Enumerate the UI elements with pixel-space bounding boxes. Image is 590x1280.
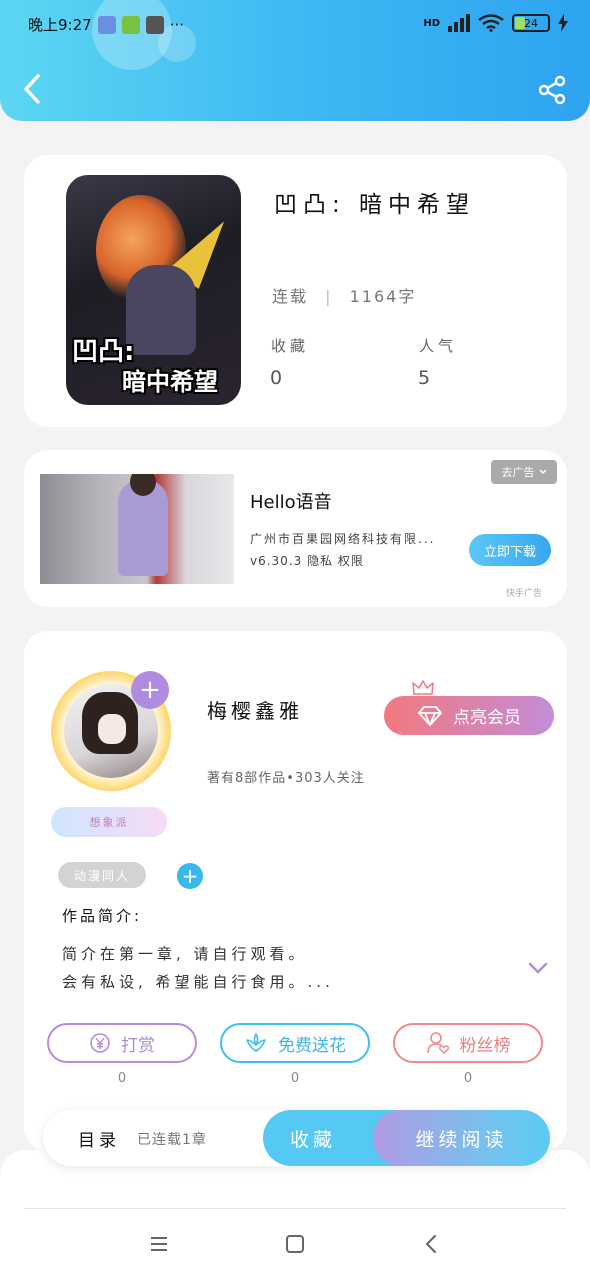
meta-separator: | bbox=[325, 287, 333, 306]
person-heart-icon bbox=[426, 1032, 449, 1054]
status-bar-left: 晚上9:27 ··· bbox=[28, 14, 184, 35]
home-square-icon[interactable] bbox=[283, 1232, 307, 1256]
status-time: 晚上9:27 bbox=[28, 16, 92, 34]
author-card: + 想象派 梅樱鑫雅 点亮会员 著有8部作品•303人关注 动漫同人 + 作品简… bbox=[24, 631, 567, 1151]
ad-card[interactable]: 去广告 Hello语音 广州市百果园网络科技有限... v6.30.3 隐私 权… bbox=[24, 450, 567, 607]
reading-action-bar: 目录 已连载1章 收藏 继续阅读 bbox=[43, 1110, 550, 1166]
free-flower-label: 免费送花 bbox=[278, 1035, 346, 1056]
popularity-label: 人气 bbox=[419, 337, 458, 355]
toc-button[interactable]: 目录 bbox=[78, 1126, 120, 1151]
chevron-down-icon bbox=[538, 469, 547, 475]
author-name[interactable]: 梅樱鑫雅 bbox=[207, 695, 303, 724]
share-icon[interactable] bbox=[536, 74, 568, 106]
reward-label: 打赏 bbox=[121, 1035, 155, 1056]
flower-icon bbox=[246, 1033, 266, 1052]
ad-image[interactable] bbox=[40, 474, 234, 584]
app-notification-icon bbox=[97, 15, 116, 34]
intro-text-line2: 会有私设, 希望能自行食用。... bbox=[62, 973, 334, 991]
bottom-panel bbox=[0, 1150, 590, 1280]
diamond-icon bbox=[418, 705, 442, 726]
status-bar-right: HD 24 bbox=[423, 14, 568, 32]
remove-ad-label: 去广告 bbox=[501, 466, 535, 479]
ad-source: 快手广告 bbox=[506, 589, 543, 599]
back-icon[interactable] bbox=[420, 1232, 444, 1256]
app-notification-icon bbox=[121, 15, 140, 34]
battery-indicator: 24 bbox=[512, 14, 550, 32]
intro-label: 作品简介: bbox=[62, 907, 143, 925]
free-flower-button[interactable]: 免费送花 bbox=[220, 1023, 370, 1063]
wifi-icon bbox=[478, 14, 504, 32]
app-notification-icon bbox=[145, 15, 164, 34]
vip-button-label: 点亮会员 bbox=[453, 708, 521, 728]
book-info-card: 凹凸: 暗中希望 凹凸: 暗中希望 连载 | 1164字 收藏 0 人气 5 bbox=[24, 155, 567, 427]
back-arrow-icon[interactable] bbox=[20, 72, 46, 106]
yen-coin-icon bbox=[90, 1033, 110, 1053]
more-notifications: ··· bbox=[169, 15, 184, 34]
vip-button[interactable]: 点亮会员 bbox=[384, 696, 554, 735]
reward-button[interactable]: 打赏 bbox=[47, 1023, 197, 1063]
book-cover[interactable]: 凹凸: 暗中希望 bbox=[66, 175, 241, 405]
crown-icon bbox=[412, 680, 434, 695]
battery-level: 24 bbox=[524, 16, 538, 30]
ad-download-button[interactable]: 立即下载 bbox=[469, 534, 551, 566]
serial-status: 连载 bbox=[272, 287, 309, 306]
ad-title: Hello语音 bbox=[250, 492, 332, 513]
network-label: HD bbox=[423, 17, 440, 29]
book-tag[interactable]: 动漫同人 bbox=[58, 862, 146, 888]
favorites-value: 0 bbox=[270, 367, 283, 389]
favorites-label: 收藏 bbox=[271, 337, 310, 355]
book-title: 凹凸: 暗中希望 bbox=[274, 192, 476, 218]
chevron-down-icon[interactable] bbox=[528, 961, 548, 975]
popularity-value: 5 bbox=[418, 367, 431, 389]
continue-reading-button[interactable]: 继续阅读 bbox=[373, 1110, 550, 1166]
cover-title-line1: 凹凸: bbox=[72, 337, 135, 367]
add-tag-button[interactable]: + bbox=[177, 863, 203, 889]
nav-divider bbox=[24, 1208, 566, 1209]
remove-ad-badge[interactable]: 去广告 bbox=[491, 460, 557, 484]
fans-ranking-label: 粉丝榜 bbox=[459, 1035, 511, 1056]
top-header: 晚上9:27 ··· HD 24 bbox=[0, 0, 590, 121]
follow-author-button[interactable]: + bbox=[131, 671, 169, 709]
intro-text-line1: 简介在第一章, 请自行观看。 bbox=[62, 945, 308, 963]
author-badge: 想象派 bbox=[51, 807, 167, 837]
cover-title-line2: 暗中希望 bbox=[122, 368, 218, 396]
flower-count: 0 bbox=[290, 1071, 300, 1086]
author-meta: 著有8部作品•303人关注 bbox=[207, 771, 365, 786]
word-count: 1164字 bbox=[349, 287, 417, 306]
ad-company: 广州市百果园网络科技有限... bbox=[250, 532, 436, 546]
menu-icon[interactable] bbox=[147, 1232, 171, 1256]
ad-version: v6.30.3 隐私 权限 bbox=[250, 554, 364, 568]
fans-count: 0 bbox=[463, 1071, 473, 1086]
cover-title: 凹凸: 暗中希望 bbox=[72, 337, 218, 397]
fans-ranking-button[interactable]: 粉丝榜 bbox=[393, 1023, 543, 1063]
reward-count: 0 bbox=[117, 1071, 127, 1086]
toc-status: 已连载1章 bbox=[137, 1132, 207, 1148]
charging-icon bbox=[558, 14, 568, 32]
signal-icon bbox=[448, 14, 470, 32]
book-meta: 连载 | 1164字 bbox=[272, 283, 416, 307]
